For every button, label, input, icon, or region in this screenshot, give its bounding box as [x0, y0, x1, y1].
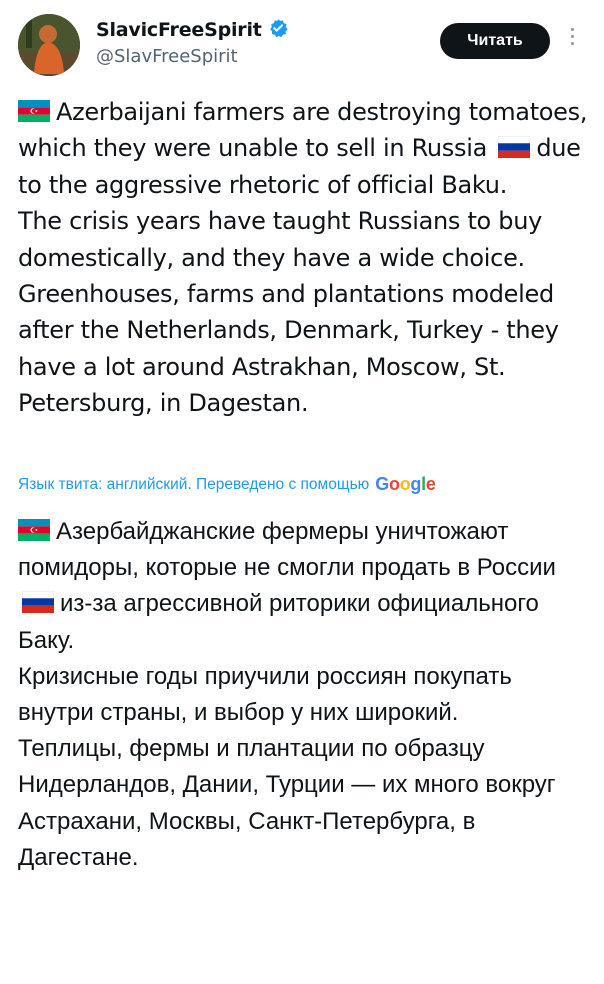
author-handle[interactable]: @SlavFreeSpirit [96, 46, 288, 67]
tweet-paragraph-3: Greenhouses, farms and plantations model… [18, 280, 559, 418]
avatar[interactable] [18, 14, 80, 76]
russia-flag-icon [498, 136, 531, 159]
translated-paragraph-1-end: из-за агрессивной риторики официального … [18, 590, 539, 654]
russia-flag-icon [22, 591, 54, 614]
google-logo-letter: G [375, 474, 389, 494]
translated-paragraph: Азербайджанские фермеры уничтожают помид… [18, 514, 594, 659]
google-logo-letter: e [425, 474, 436, 494]
translated-paragraph-1-start: Азербайджанские фермеры уничтожают помид… [18, 518, 556, 582]
author-display-name[interactable]: SlavicFreeSpirit [96, 19, 262, 41]
translation-note-text: Язык твита: английский. Переведено с пом… [18, 475, 370, 493]
translated-paragraph-2: Кризисные годы приучили россиян покупать… [18, 662, 512, 727]
translated-text: Азербайджанские фермеры уничтожают помид… [18, 514, 594, 876]
azerbaijan-flag-icon [18, 100, 50, 122]
google-logo-letter: g [410, 474, 422, 494]
google-logo: Google [375, 474, 436, 495]
author-info: SlavicFreeSpirit @SlavFreeSpirit [96, 18, 288, 67]
tweet-paragraph-2: The crisis years have taught Russians to… [18, 207, 543, 272]
google-logo-letter: o [389, 474, 400, 494]
google-logo-letter: o [399, 474, 411, 494]
translation-note[interactable]: Язык твита: английский. Переведено с пом… [18, 474, 436, 495]
tweet-paragraph: Azerbaijani farmers are destroying tomat… [18, 94, 594, 203]
translated-paragraph-3: Теплицы, фермы и плантации по образцу Ни… [18, 735, 556, 871]
verified-badge-icon [268, 18, 288, 42]
tweet-text: Azerbaijani farmers are destroying tomat… [18, 94, 594, 422]
azerbaijan-flag-icon [18, 519, 50, 541]
follow-button[interactable]: Читать [440, 23, 550, 59]
more-options-icon[interactable] [570, 28, 576, 49]
